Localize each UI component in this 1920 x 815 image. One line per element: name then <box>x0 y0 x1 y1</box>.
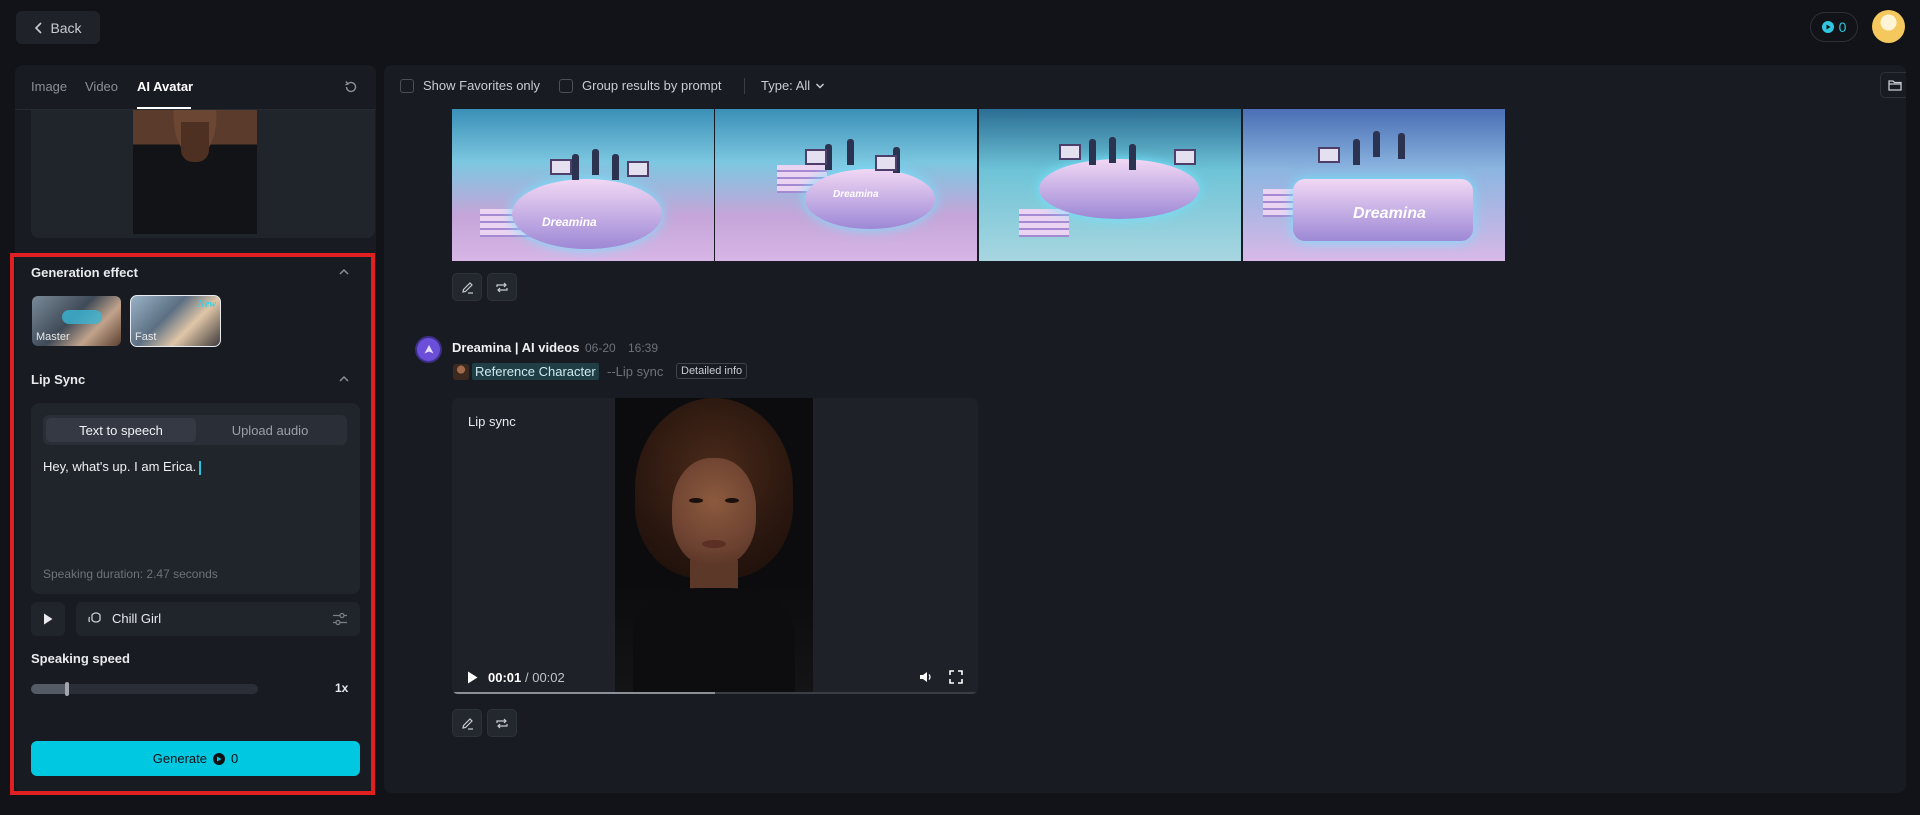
generate-label: Generate <box>152 751 207 766</box>
mode-tabs: Image Video AI Avatar <box>15 65 376 110</box>
left-panel: Image Video AI Avatar Generation effect … <box>15 65 376 793</box>
filter-divider <box>744 78 745 94</box>
image-logo-text: Dreamina <box>542 215 597 229</box>
back-label: Back <box>50 19 82 36</box>
play-voice-button[interactable] <box>31 602 65 636</box>
chevron-up-icon[interactable] <box>338 374 350 384</box>
effect-label-master: Master <box>36 331 70 343</box>
results-panel: Show Favorites only Group results by pro… <box>384 65 1906 793</box>
generated-image-1[interactable]: Dreamina <box>452 109 714 261</box>
new-badge: New <box>197 299 216 310</box>
effect-option-fast[interactable]: New Fast <box>130 295 221 347</box>
pencil-icon <box>461 717 473 730</box>
detailed-info-button[interactable]: Detailed info <box>676 363 748 379</box>
edit-button[interactable] <box>452 709 482 737</box>
generated-image-3[interactable] <box>979 109 1241 261</box>
record-title: Dreamina | AI videos <box>452 340 580 355</box>
reference-character-link[interactable]: Reference Character <box>472 363 599 380</box>
folder-button[interactable] <box>1880 72 1906 98</box>
reference-character-photo[interactable] <box>133 110 257 234</box>
generate-button[interactable]: Generate 0 <box>31 741 360 776</box>
credits-count: 0 <box>1838 19 1847 35</box>
repeat-icon <box>496 282 508 292</box>
record-time: 16:39 <box>628 341 659 355</box>
chevron-up-icon[interactable] <box>338 267 350 277</box>
speaking-speed-handle[interactable] <box>65 682 70 696</box>
lip-sync-mode-switch: Text to speech Upload audio <box>43 415 347 445</box>
regenerate-button[interactable] <box>487 709 517 737</box>
speaking-speed-fill <box>31 684 68 694</box>
speaking-speed-title: Speaking speed <box>31 651 130 666</box>
image-logo-text: Dreamina <box>1353 205 1426 222</box>
tab-ai-avatar[interactable]: AI Avatar <box>137 79 193 94</box>
active-tab-indicator <box>137 107 191 109</box>
tab-image[interactable]: Image <box>31 79 67 94</box>
chevron-left-icon <box>35 21 43 34</box>
type-filter-dropdown[interactable]: Type: All <box>761 78 825 93</box>
video-progress-fill <box>452 692 715 694</box>
mode-text-to-speech[interactable]: Text to speech <box>46 418 196 442</box>
tab-video[interactable]: Video <box>85 79 118 94</box>
voice-selector[interactable]: Chill Girl <box>76 602 360 636</box>
video-current-time: 00:01 <box>488 670 522 685</box>
play-icon[interactable] <box>467 671 478 684</box>
speech-text: Hey, what's up. I am Erica. <box>43 459 197 474</box>
voice-name: Chill Girl <box>112 611 162 626</box>
repeat-icon <box>496 718 508 728</box>
video-frame <box>615 398 813 694</box>
type-filter-label: Type: All <box>761 78 811 93</box>
show-favorites-label: Show Favorites only <box>423 78 541 93</box>
generated-image-2[interactable]: Dreamina <box>715 109 977 261</box>
speaking-speed-value: 1x <box>335 681 349 695</box>
folder-icon <box>1888 80 1902 91</box>
dreamina-logo-icon <box>424 344 433 353</box>
mode-upload-audio[interactable]: Upload audio <box>195 418 345 442</box>
user-avatar[interactable] <box>1872 10 1905 43</box>
reset-icon[interactable] <box>343 79 359 95</box>
video-player[interactable]: Lip sync 00:01 / 00:02 <box>452 398 978 694</box>
record-date: 06-20 <box>585 341 616 355</box>
reference-thumbnail <box>453 364 469 380</box>
generate-cost: 0 <box>230 751 239 766</box>
video-progress-bar[interactable] <box>452 692 978 694</box>
group-by-prompt-checkbox[interactable] <box>559 79 573 93</box>
speech-text-input[interactable]: Hey, what's up. I am Erica. <box>43 459 347 529</box>
lip-sync-tag: --Lip sync <box>607 364 664 379</box>
credit-coin-icon <box>1821 21 1834 33</box>
chevron-down-icon <box>816 82 825 89</box>
volume-icon[interactable] <box>919 670 934 684</box>
image-logo-text: Dreamina <box>833 189 879 200</box>
filter-bar: Show Favorites only Group results by pro… <box>384 65 1906 107</box>
fullscreen-icon[interactable] <box>949 670 963 684</box>
regenerate-button[interactable] <box>487 273 517 301</box>
sliders-icon[interactable] <box>332 612 348 626</box>
speaking-duration: Speaking duration: 2.47 seconds <box>43 567 218 581</box>
effect-label-fast: Fast <box>135 331 157 343</box>
generated-image-4[interactable]: Dreamina <box>1243 109 1505 261</box>
credit-coin-icon <box>212 752 225 765</box>
play-icon <box>44 613 53 625</box>
effect-option-master[interactable]: Master <box>32 296 121 346</box>
show-favorites-checkbox[interactable] <box>400 79 414 93</box>
lip-sync-title: Lip Sync <box>31 372 86 387</box>
dreamina-bot-avatar <box>417 338 440 361</box>
video-total-time: / 00:02 <box>525 670 565 685</box>
pencil-icon <box>461 281 473 294</box>
generation-effect-title: Generation effect <box>31 265 138 280</box>
edit-button[interactable] <box>452 273 482 301</box>
voice-icon <box>88 612 101 623</box>
text-cursor <box>199 460 201 475</box>
lip-sync-box: Text to speech Upload audio Hey, what's … <box>31 403 360 594</box>
credits-badge[interactable]: 0 <box>1810 12 1858 42</box>
group-by-prompt-label: Group results by prompt <box>582 78 722 93</box>
speaking-speed-slider[interactable] <box>31 682 258 696</box>
back-button[interactable]: Back <box>16 11 100 44</box>
video-label: Lip sync <box>468 414 516 429</box>
video-controls: 00:01 / 00:02 <box>452 662 978 694</box>
